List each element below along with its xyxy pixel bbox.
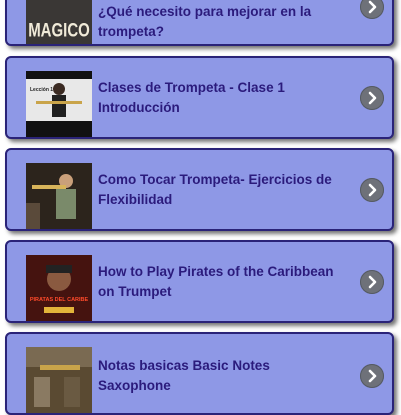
video-title: Notas basicas Basic Notes Saxophone	[98, 358, 270, 393]
pirates-thumbnail: PIRATAS DEL CARIBE	[26, 255, 92, 321]
video-list-item[interactable]: PIRATAS DEL CARIBE How to Play Pirates o…	[5, 240, 394, 323]
chevron-right-icon[interactable]	[360, 270, 384, 294]
lesson-thumb-text: Lección 1	[30, 87, 53, 93]
video-list-item[interactable]: MAGICO ¿Qué necesito para mejorar en la …	[5, 0, 394, 46]
video-title: How to Play Pirates of the Caribbean on …	[98, 263, 334, 299]
chevron-right-icon[interactable]	[360, 86, 384, 110]
video-title: Clases de Trompeta - Clase 1 Introducció…	[98, 79, 285, 115]
magico-thumbnail: MAGICO	[26, 0, 92, 44]
chevron-right-icon[interactable]	[360, 0, 384, 19]
video-title: Como Tocar Trompeta- Ejercicios de Flexi…	[98, 171, 332, 207]
video-list-item[interactable]: Notas basicas Basic Notes Saxophone	[5, 332, 394, 415]
chevron-right-icon[interactable]	[360, 364, 384, 388]
saxophone-thumbnail	[26, 347, 92, 413]
trumpet-lesson-thumbnail: Lección 1	[26, 71, 92, 137]
video-list-item[interactable]: Como Tocar Trompeta- Ejercicios de Flexi…	[5, 148, 394, 231]
video-list-item[interactable]: Lección 1 Clases de Trompeta - Clase 1 I…	[5, 56, 394, 139]
pirates-thumb-text: PIRATAS DEL CARIBE	[30, 297, 89, 303]
video-title: ¿Qué necesito para mejorar en la trompet…	[98, 4, 312, 39]
trumpet-player-thumbnail	[26, 163, 92, 229]
chevron-right-icon[interactable]	[360, 178, 384, 202]
magico-thumb-text: MAGICO	[28, 19, 90, 41]
